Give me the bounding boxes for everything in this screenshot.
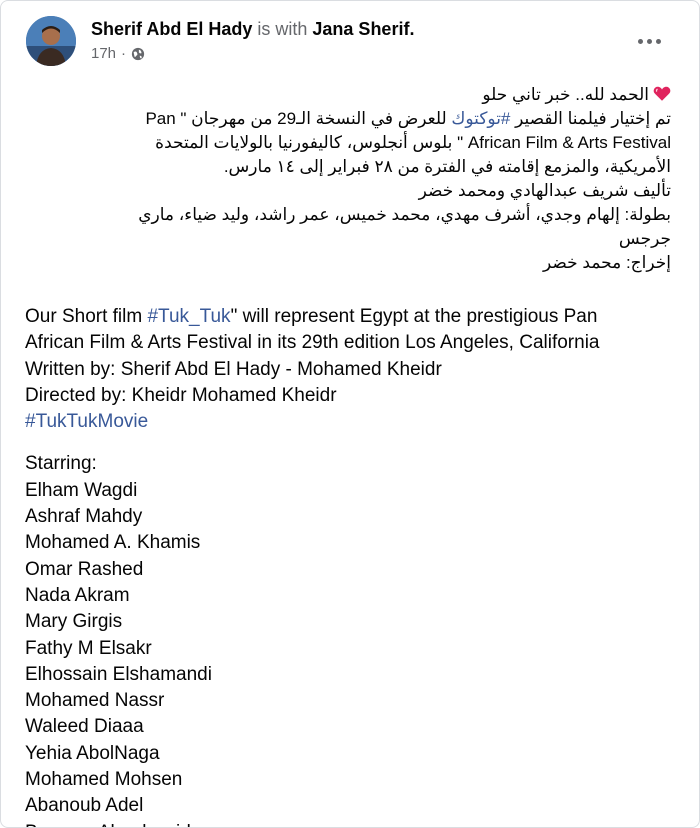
- directed-by-line: Directed by: Kheidr Mohamed Kheidr: [25, 384, 337, 406]
- cast-member: Omar Rashed: [25, 558, 144, 580]
- hashtag-tuktukmovie[interactable]: #TukTukMovie: [25, 409, 685, 435]
- post-card: Sherif Abd El Hady is with Jana Sherif. …: [0, 0, 700, 828]
- arabic-line-4: الأمريكية، والمزمع إقامته في الفترة من ٢…: [223, 157, 671, 176]
- author-name[interactable]: Sherif Abd El Hady: [91, 19, 252, 39]
- post-header: Sherif Abd El Hady is with Jana Sherif. …: [1, 1, 699, 73]
- cast-member: Abanoub Adel: [25, 795, 144, 817]
- english-line-2: African Film & Arts Festival in its 29th…: [25, 332, 600, 354]
- more-dot: [646, 38, 652, 44]
- written-by-line: Written by: Sherif Abd El Hady - Mohamed…: [25, 358, 442, 380]
- cast-member: Bassem Aboelyazid: [25, 820, 685, 827]
- arabic-line-5: تأليف شريف عبدالهادي ومحمد خضر: [418, 181, 671, 200]
- cast-member: Nada Akram: [25, 584, 130, 606]
- more-dot: [637, 38, 643, 44]
- more-options-button[interactable]: [633, 27, 665, 55]
- cast-member: Ashraf Mahdy: [25, 506, 143, 528]
- hashtag-tuktuk-arabic[interactable]: #توكتوك: [451, 109, 510, 128]
- cast-member: Yehia AbolNaga: [25, 742, 160, 764]
- cast-member: Fathy M Elsakr: [25, 637, 152, 659]
- cast-member: Mohamed A. Khamis: [25, 532, 201, 554]
- tagged-user[interactable]: Jana Sherif.: [312, 19, 414, 39]
- arabic-line-2: تم إختيار فيلمنا القصير #توكتوك للعرض في…: [145, 109, 671, 128]
- cast-member: Waleed Diaaa: [25, 716, 144, 738]
- cast-member: Mary Girgis: [25, 611, 123, 633]
- starring-label: Starring:: [25, 453, 97, 475]
- arabic-line-1: الحمد لله.. خبر تاني حلو: [21, 83, 671, 107]
- english-line-1: Our Short film #Tuk_Tuk" will represent …: [25, 306, 598, 327]
- globe-icon[interactable]: [131, 47, 145, 61]
- cast-member: Mohamed Nassr: [25, 690, 165, 712]
- author-avatar[interactable]: [26, 16, 76, 66]
- author-line: Sherif Abd El Hady is with Jana Sherif.: [91, 17, 414, 41]
- arabic-line-7: جرجس: [618, 229, 671, 248]
- cast-member: Mohamed Mohsen: [25, 769, 183, 791]
- heart-icon: [653, 86, 671, 101]
- cast-member: Elham Wagdi: [25, 479, 138, 501]
- avatar-image: [26, 16, 76, 66]
- hashtag-tuk-tuk[interactable]: #Tuk_Tuk: [147, 306, 230, 327]
- post-time[interactable]: 17h: [91, 44, 116, 64]
- arabic-line-8: إخراج: محمد خضر: [543, 253, 671, 272]
- arabic-line-3: African Film & Arts Festival " بلوس أنجل…: [155, 133, 671, 152]
- with-text: is with: [257, 19, 308, 39]
- cast-member: Elhossain Elshamandi: [25, 663, 212, 685]
- meta-separator: ·: [121, 45, 127, 62]
- more-dot: [655, 38, 661, 44]
- cast-list: Elham Wagdi Ashraf Mahdy Mohamed A. Khamis…: [25, 478, 685, 827]
- english-text: Our Short film #Tuk_Tuk" will represent …: [25, 304, 685, 827]
- arabic-text: الحمد لله.. خبر تاني حلو تم إختيار فيلمن…: [21, 83, 671, 275]
- arabic-line-6: بطولة: إلهام وجدي، أشرف مهدي، محمد خميس،…: [138, 205, 671, 224]
- post-meta: 17h ·: [91, 44, 145, 64]
